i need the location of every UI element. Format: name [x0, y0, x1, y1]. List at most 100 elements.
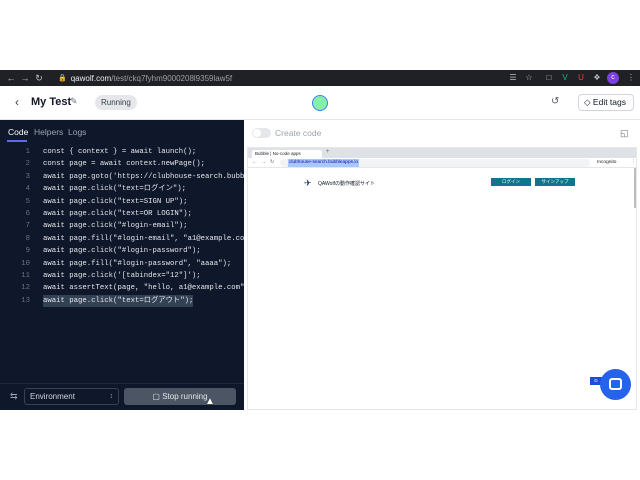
mouse-cursor-icon: ▲ — [205, 396, 215, 407]
back-arrow-icon[interactable]: ← — [4, 70, 18, 86]
code-line[interactable]: 11 await page.click('[tabindex="12"]'); — [0, 270, 244, 282]
line-number: 13 — [21, 296, 30, 305]
page-title: My Test — [31, 96, 72, 108]
reload-icon[interactable]: ↻ — [32, 70, 46, 86]
preview-panel: Create code ◱ Bubble | No-code apps + ← … — [244, 120, 640, 410]
code-text: const { context } = await launch(); — [43, 148, 197, 156]
screen: ← → ↻ 🔒 qawolf.com/test/ckq7fyhm9000208l… — [0, 0, 640, 480]
mini-reload-icon[interactable]: ↻ — [270, 159, 274, 165]
mini-tab-title: Bubble | No-code apps — [255, 151, 301, 156]
code-line[interactable]: 10 await page.fill("#login-password", "aa… — [0, 258, 244, 270]
status-badge: Running — [95, 95, 137, 110]
qawolf-logo — [312, 95, 328, 111]
preview-browser: Bubble | No-code apps + ← → ↻ clubhouse-… — [247, 147, 637, 410]
active-tab-indicator — [7, 140, 27, 142]
environment-select[interactable]: Environment ↕ — [24, 388, 119, 405]
mini-url: clubhouse-search.bubbleapps.io — [288, 159, 360, 167]
plus-icon[interactable]: + — [326, 149, 330, 155]
tab-helpers[interactable]: Helpers — [34, 127, 63, 137]
tab-code[interactable]: Code — [8, 127, 28, 137]
inspect-icon[interactable]: ◱ — [620, 128, 629, 139]
airplane-icon: ✈ — [304, 178, 312, 188]
code-text: await page.click("text=SIGN UP"); — [43, 197, 188, 206]
line-number: 4 — [25, 185, 30, 194]
code-line[interactable]: 4 await page.click("text=ログイン"); — [0, 183, 244, 195]
code-editor[interactable]: 1 const { context } = await launch(); 2 con… — [0, 146, 244, 308]
code-line[interactable]: 1 const { context } = await launch(); — [0, 146, 244, 158]
code-line[interactable]: 12 await assertText(page, "hello, a1@exam… — [0, 282, 244, 294]
code-text: await page.click("text=OR LOGIN"); — [43, 209, 192, 218]
puzzle-icon[interactable]: ❖ — [592, 73, 602, 83]
translate-icon[interactable]: ☰ — [508, 73, 518, 83]
url-path: /test/ckq7fyhm9000208l9359law5f — [111, 73, 233, 83]
lock-icon: 🔒 — [58, 75, 67, 82]
code-line[interactable]: 3 await page.goto('https://clubhouse-sear… — [0, 171, 244, 183]
mini-browser-tab[interactable]: Bubble | No-code apps — [252, 150, 322, 158]
mini-back-icon[interactable]: ← — [252, 159, 257, 165]
editor-tabs: Code Helpers Logs — [0, 120, 244, 142]
history-icon[interactable]: ↺ — [551, 96, 559, 107]
code-line[interactable]: 8 await page.fill("#login-email", "a1@exa… — [0, 233, 244, 245]
code-text: await page.goto('https://clubhouse-searc… — [43, 172, 244, 181]
code-text: await page.fill("#login-password", "aaaa… — [43, 259, 232, 268]
code-line[interactable]: 7 await page.click("#login-email"); — [0, 220, 244, 232]
signup-button[interactable]: サインアップ — [535, 178, 575, 186]
stop-running-button[interactable]: ▢ Stop running — [124, 388, 236, 405]
code-panel: Code Helpers Logs 1 const { context } = a… — [0, 120, 244, 410]
line-number: 7 — [25, 222, 30, 231]
pencil-icon[interactable]: ✎ — [70, 96, 78, 107]
create-code-toggle[interactable] — [252, 128, 271, 138]
address-bar[interactable]: 🔒 qawolf.com/test/ckq7fyhm9000208l9359la… — [58, 72, 498, 84]
code-text: await assertText(page, "hello, a1@exampl… — [43, 284, 244, 293]
create-code-label: Create code — [275, 128, 322, 138]
environment-label: Environment — [30, 392, 75, 401]
code-line[interactable]: 5 await page.click("text=SIGN UP"); — [0, 196, 244, 208]
login-button[interactable]: ログイン — [491, 178, 531, 186]
line-number: 8 — [25, 234, 30, 243]
line-number: 9 — [25, 247, 30, 256]
app-header: ‹ My Test ✎ Running ↺ ◇ Edit tags — [0, 86, 640, 120]
tab-logs[interactable]: Logs — [68, 127, 86, 137]
code-line[interactable]: 6 await page.click("text=OR LOGIN"); — [0, 208, 244, 220]
chevron-left-icon[interactable]: ‹ — [10, 95, 24, 109]
code-text: await page.click("text=ログアウト"); — [43, 294, 194, 308]
code-line[interactable]: 2 const page = await context.newPage(); — [0, 158, 244, 170]
code-text: await page.click("text=ログイン"); — [43, 185, 187, 194]
sliders-icon[interactable]: ⇆ — [10, 391, 18, 402]
mini-scrollbar[interactable] — [634, 168, 636, 208]
mini-tab-strip: Bubble | No-code apps + — [248, 148, 636, 158]
code-text: await page.fill("#login-email", "a1@exam… — [43, 234, 244, 243]
chat-launcher-button[interactable] — [600, 369, 631, 400]
chevron-updown-icon: ↕ — [109, 393, 114, 400]
kebab-menu-icon[interactable]: ⋮ — [626, 73, 636, 83]
browser-toolbar: ← → ↻ 🔒 qawolf.com/test/ckq7fyhm9000208l… — [0, 70, 640, 86]
edit-tags-label: Edit tags — [592, 97, 626, 107]
extension-u-icon[interactable]: U — [576, 73, 586, 83]
line-number: 1 — [25, 148, 30, 156]
bookmark-star-icon[interactable]: ☆ — [524, 73, 534, 83]
edit-tags-button[interactable]: ◇ Edit tags — [578, 94, 634, 111]
code-text: await page.click('[tabindex="12"]'); — [43, 271, 201, 280]
code-text: await page.click("#login-password"); — [43, 247, 201, 256]
extension-v-icon[interactable]: V — [560, 73, 570, 83]
code-line[interactable]: 13 await page.click("text=ログアウト"); — [0, 294, 244, 308]
mini-address-bar[interactable]: clubhouse-search.bubbleapps.io — [280, 159, 590, 167]
site-name: QAWolfの動作確認サイト — [318, 181, 375, 187]
extension-square-icon[interactable]: □ — [544, 73, 554, 83]
tag-icon: ◇ — [584, 97, 591, 107]
stop-square-icon: ▢ — [152, 392, 160, 401]
line-number: 10 — [21, 259, 30, 268]
toggle-knob — [253, 129, 261, 137]
code-line[interactable]: 9 await page.click("#login-password"); — [0, 245, 244, 257]
line-number: 5 — [25, 197, 30, 206]
mini-forward-icon[interactable]: → — [261, 159, 266, 165]
forward-arrow-icon[interactable]: → — [18, 70, 32, 86]
mini-kebab-icon[interactable]: ⋮ — [631, 159, 636, 165]
profile-avatar[interactable]: c — [607, 72, 619, 84]
url-host: qawolf.com — [70, 73, 112, 83]
code-text: await page.click("#login-email"); — [43, 222, 188, 231]
incognito-label: Incognito — [597, 160, 617, 165]
line-number: 11 — [21, 271, 30, 280]
chat-icon — [609, 378, 622, 390]
line-number: 6 — [25, 209, 30, 218]
